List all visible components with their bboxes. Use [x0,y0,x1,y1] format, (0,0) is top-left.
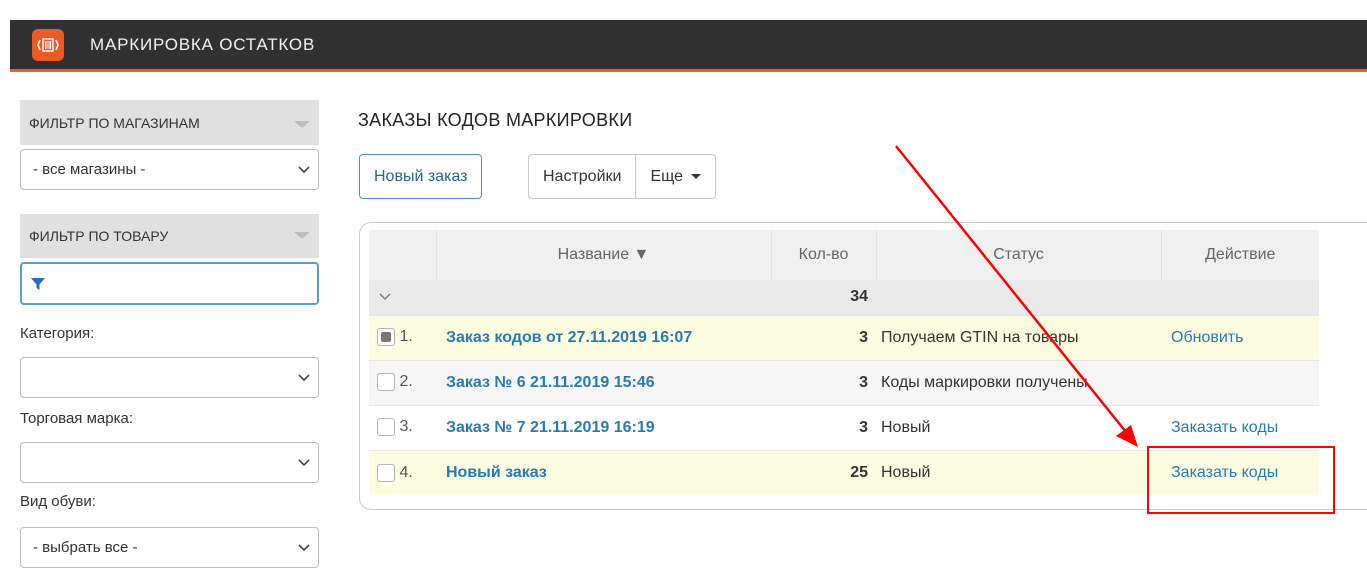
annotation-highlight-box [1147,446,1335,514]
